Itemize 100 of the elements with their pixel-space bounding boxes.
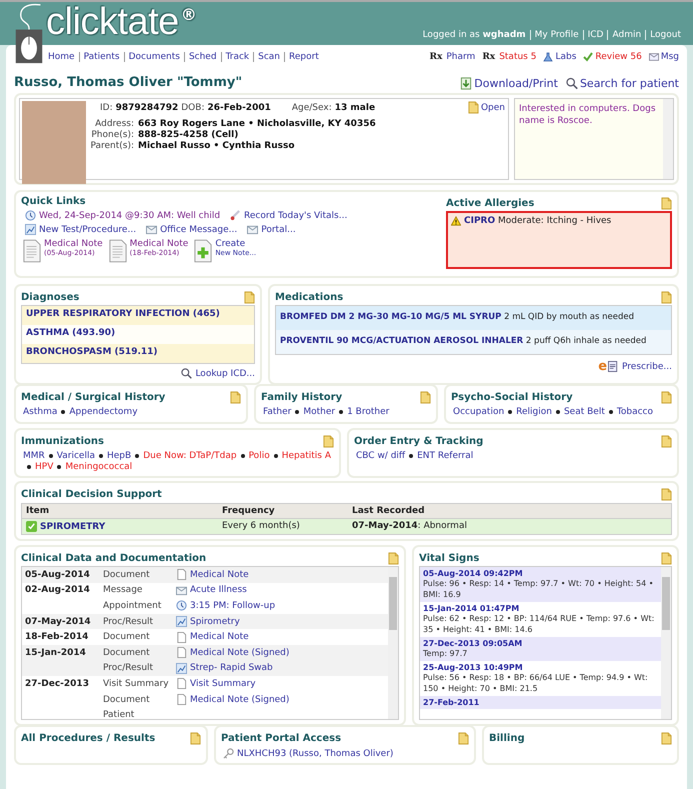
scrollbar[interactable] xyxy=(388,567,398,719)
vitals-readings: Pulse: 56 • Resp: 18 • BP: 66/64 LUE • Temp: 94.9 • Wt: 150 • Height: 70 • BMI: 21.5 xyxy=(423,672,649,694)
shortcut-link[interactable]: Msg xyxy=(648,52,679,62)
diagnosis-item[interactable]: ASTHMA (493.90) xyxy=(22,325,254,344)
immunization-link[interactable]: HPV xyxy=(35,462,54,472)
note-icon[interactable] xyxy=(244,291,255,304)
detail-value: 888-825-4258 (Cell) xyxy=(138,130,240,140)
shortcut-link[interactable]: Rx Status 5 xyxy=(482,52,536,62)
search-patient-link[interactable]: Search for patient xyxy=(566,77,679,90)
date-cell: 18-Feb-2014 xyxy=(25,632,88,642)
note-icon[interactable] xyxy=(190,732,201,745)
history-link[interactable]: Appendectomy xyxy=(69,407,138,417)
record-link[interactable]: Medical Note xyxy=(176,632,249,643)
immunization-link[interactable]: HepB xyxy=(106,451,132,461)
nav-link[interactable]: Report xyxy=(284,52,319,62)
history-link[interactable]: Occupation xyxy=(453,407,504,417)
decision-item-link[interactable]: SPIROMETRY xyxy=(40,522,106,532)
immunization-link[interactable]: Meningococcal xyxy=(65,462,132,472)
nav-link[interactable]: Sched xyxy=(184,52,217,62)
portal-access-link[interactable]: NLXHCH93 (Russo, Thomas Oliver) xyxy=(221,748,469,759)
vitals-date-link[interactable]: 05-Aug-2014 09:42PM xyxy=(423,569,658,578)
prescription-pad-icon xyxy=(608,361,620,372)
quick-link[interactable]: New Test/Procedure... xyxy=(25,224,136,235)
note-icon[interactable] xyxy=(661,291,672,304)
vitals-date-link[interactable]: 15-Jan-2014 01:47PM xyxy=(423,604,658,613)
history-link[interactable]: 1 Brother xyxy=(347,407,390,417)
record-link[interactable]: Medical Note (Signed) xyxy=(176,694,290,706)
history-link[interactable]: Tobacco xyxy=(616,407,653,417)
quick-link[interactable]: Wed, 24-Sep-2014 @9:30 AM: Well child xyxy=(25,210,220,221)
history-link[interactable]: Father xyxy=(263,407,292,417)
record-link[interactable]: Acute Illness xyxy=(176,584,247,596)
record-link[interactable]: Medical Note (Signed) xyxy=(176,647,290,658)
note-icon[interactable] xyxy=(661,391,672,404)
order-link[interactable]: CBC w/ diff xyxy=(356,451,406,461)
search-icon xyxy=(181,368,192,379)
medication-item[interactable]: PROVENTIL 90 MCG/ACTUATION AEROSOL INHALER 2 puff Q6h inhale as needed xyxy=(276,330,671,354)
checkmark-icon xyxy=(26,521,37,532)
note-icon[interactable] xyxy=(661,435,672,448)
open-link[interactable]: Open xyxy=(468,101,505,114)
vitals-readings: Pulse: 62 • Resp: 12 • BP: 114/64 RUE • Temp: 97.6 • Wt: 35 • Height: 41 • BMI: 14.6 xyxy=(423,613,656,635)
nav-link[interactable]: Documents xyxy=(124,52,180,62)
immunization-link[interactable]: Hepatitis A xyxy=(282,451,332,461)
download-link[interactable]: Download/Print xyxy=(460,77,558,90)
quick-link[interactable]: Office Message... xyxy=(146,224,238,235)
history-link[interactable]: Seat Belt xyxy=(564,407,605,417)
note-icon[interactable] xyxy=(458,732,469,745)
note-icon[interactable] xyxy=(420,391,431,404)
document-icon xyxy=(176,678,187,690)
shortcut-link[interactable]: Rx Pharm xyxy=(430,52,476,62)
allergy-entry[interactable]: CIPRO Moderate: Itching - Hives xyxy=(464,216,612,226)
immunization-link[interactable]: Polio xyxy=(248,451,270,461)
record-link[interactable]: 3:15 PM: Follow-up xyxy=(176,600,276,612)
immunization-link[interactable]: MMR xyxy=(23,451,45,461)
lookup-icd-link[interactable]: Lookup ICD... xyxy=(181,368,255,379)
scrollbar[interactable] xyxy=(663,99,673,179)
panel-title: Patient Portal Access xyxy=(221,733,342,744)
history-link[interactable]: Mother xyxy=(303,407,336,417)
record-link[interactable]: Spirometry xyxy=(176,616,240,628)
type-cell-text: Message xyxy=(103,585,144,596)
note-icon[interactable] xyxy=(388,552,399,565)
note-icon[interactable] xyxy=(661,552,672,565)
diagnosis-item[interactable]: UPPER RESPIRATORY INFECTION (465) xyxy=(22,306,254,325)
nav-link[interactable]: Track xyxy=(220,52,250,62)
prescribe-link[interactable]: e Prescribe... xyxy=(598,359,672,374)
type-cell-text: Document xyxy=(103,694,151,705)
vitals-date-link[interactable]: 25-Aug-2013 10:49PM xyxy=(423,663,658,672)
scrollbar[interactable] xyxy=(661,567,671,719)
nav-link[interactable]: Home xyxy=(48,52,75,62)
history-link[interactable]: Asthma xyxy=(23,407,58,417)
immunization-link[interactable]: Varicella xyxy=(56,451,95,461)
record-link[interactable]: Strep- Rapid Swab xyxy=(176,662,273,674)
medication-item[interactable]: BROMFED DM 2 MG-30 MG-10 MG/5 ML SYRUP 2 mL QID by mouth as needed xyxy=(276,306,671,330)
record-link[interactable]: Medical Note xyxy=(176,569,249,580)
quick-link[interactable]: Portal... xyxy=(247,224,296,235)
vitals-readings: Temp: 97.7 xyxy=(423,648,468,659)
date-cell: 07-May-2014 xyxy=(25,616,91,627)
vitals-date-link[interactable]: 27-Dec-2013 09:05AM xyxy=(423,639,658,648)
document-icon xyxy=(23,239,41,263)
note-icon[interactable] xyxy=(661,488,672,501)
shortcut-link[interactable]: Labs xyxy=(543,52,576,62)
diagnosis-item[interactable]: BRONCHOSPASM (519.11) xyxy=(22,344,254,363)
immunization-link[interactable]: Due Now: DTaP/Tdap xyxy=(143,451,237,461)
type-cell-text: Document xyxy=(103,632,151,642)
envelope-icon xyxy=(648,52,659,62)
note-icon[interactable] xyxy=(661,197,672,210)
history-link[interactable]: Religion xyxy=(516,407,552,417)
note-icon[interactable] xyxy=(661,732,672,745)
order-link[interactable]: ENT Referral xyxy=(417,451,474,461)
note-icon[interactable] xyxy=(323,435,334,448)
patient-note[interactable]: Interested in computers. Dogs name is Roscoe. xyxy=(514,98,674,180)
record-link[interactable]: Visit Summary xyxy=(176,678,256,690)
dob-value: 26-Feb-2001 xyxy=(207,103,271,113)
panel-title: Clinical Data and Documentation xyxy=(21,553,206,564)
clock-icon xyxy=(176,600,187,612)
clock-icon xyxy=(25,210,36,221)
shortcut-link[interactable]: Review 56 xyxy=(583,52,642,62)
nav-link[interactable]: Scan xyxy=(253,52,280,62)
nav-link[interactable]: Patients xyxy=(78,52,120,62)
note-icon[interactable] xyxy=(230,391,241,404)
quick-link[interactable]: Record Today's Vitals... xyxy=(230,210,348,221)
